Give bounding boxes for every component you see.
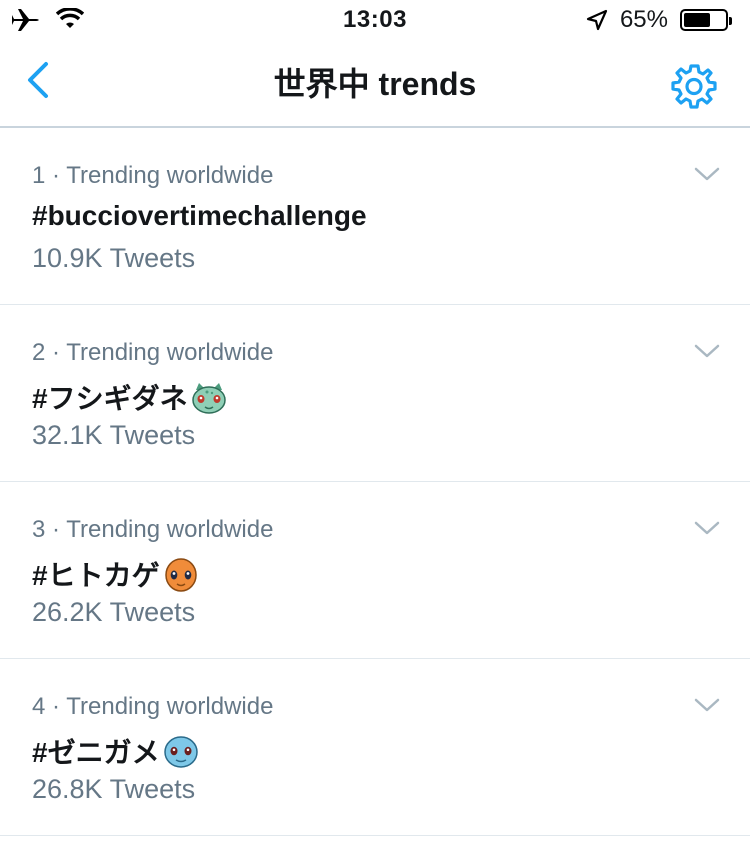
battery-icon bbox=[680, 9, 732, 31]
trend-meta: 4 · Trending worldwide bbox=[32, 693, 274, 720]
status-right-icons: 65% bbox=[586, 6, 732, 34]
trend-tweet-count: 32.1K Tweets bbox=[32, 420, 196, 450]
trend-name: #フシギダネ bbox=[32, 377, 228, 417]
trend-meta: 3 · Trending worldwide bbox=[32, 516, 274, 543]
trend-hashtag: #フシギダネ bbox=[32, 383, 188, 414]
trend-tweet-count: 26.2K Tweets bbox=[32, 597, 196, 627]
trend-hashtag: #ゼニガメ bbox=[32, 737, 160, 768]
trend-item[interactable]: 2 · Trending worldwide #フシギダネ 32.1K Twee… bbox=[0, 305, 750, 482]
chevron-down-icon[interactable] bbox=[694, 343, 720, 359]
trend-tweet-count: 10.9K Tweets bbox=[32, 243, 196, 273]
nav-bar: 世界中 trends bbox=[0, 40, 750, 128]
charmander-emoji-icon bbox=[164, 558, 197, 592]
bulbasaur-emoji-icon bbox=[191, 383, 226, 414]
settings-button[interactable] bbox=[670, 62, 718, 110]
trend-name: #ヒトカゲ bbox=[32, 554, 200, 594]
status-bar: 13:03 65% bbox=[0, 0, 750, 40]
page-title: 世界中 trends bbox=[273, 66, 477, 102]
squirtle-emoji-icon bbox=[163, 736, 198, 768]
trend-meta: 2 · Trending worldwide bbox=[32, 339, 274, 366]
chevron-down-icon[interactable] bbox=[694, 520, 720, 536]
battery-percent: 65% bbox=[619, 6, 668, 33]
trend-item[interactable]: 4 · Trending worldwide #ゼニガメ 26.8K Tweet… bbox=[0, 659, 750, 836]
gear-icon bbox=[671, 64, 717, 109]
trend-meta: 1 · Trending worldwide bbox=[32, 162, 274, 189]
trend-item[interactable]: 3 · Trending worldwide #ヒトカゲ 26.2K Tweet… bbox=[0, 482, 750, 659]
trend-hashtag: #ヒトカゲ bbox=[32, 560, 160, 591]
chevron-down-icon[interactable] bbox=[694, 166, 720, 182]
trend-name: #bucciovertimechallenge bbox=[32, 200, 367, 232]
chevron-down-icon[interactable] bbox=[694, 697, 720, 713]
trend-name: #ゼニガメ bbox=[32, 731, 200, 771]
location-arrow-icon bbox=[586, 9, 608, 31]
trend-hashtag: #bucciovertimechallenge bbox=[32, 200, 367, 231]
trend-item[interactable]: 1 · Trending worldwide #bucciovertimecha… bbox=[0, 128, 750, 305]
battery-fill bbox=[684, 13, 710, 27]
trend-tweet-count: 26.8K Tweets bbox=[32, 774, 196, 804]
trend-list: 1 · Trending worldwide #bucciovertimecha… bbox=[0, 128, 750, 836]
